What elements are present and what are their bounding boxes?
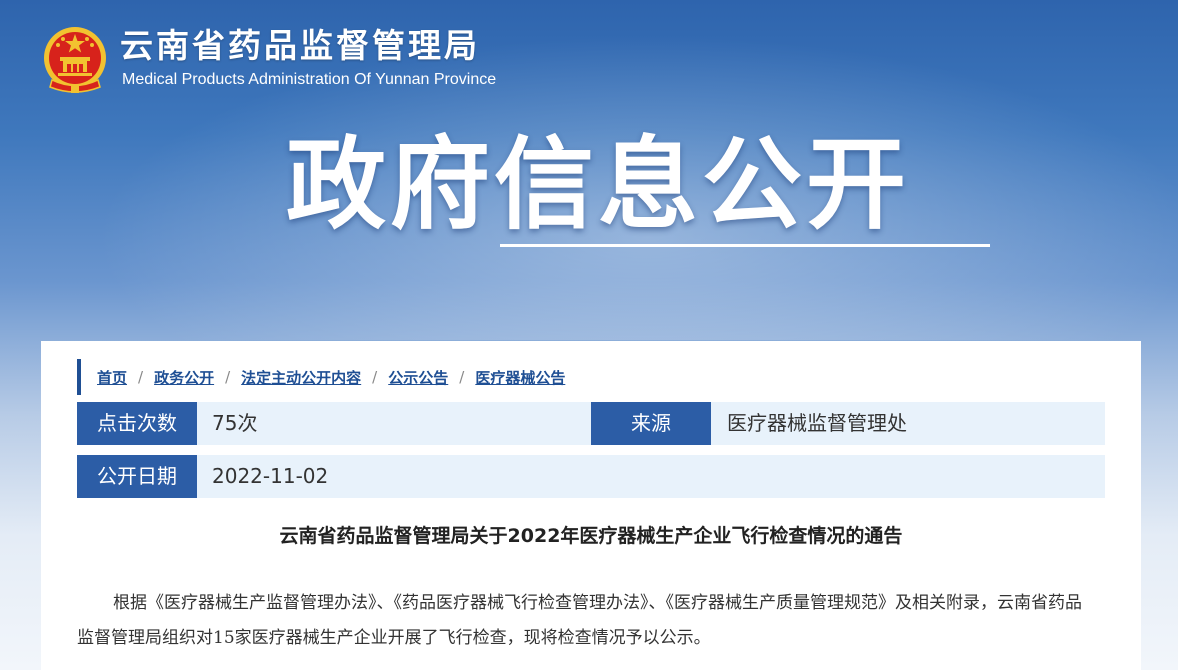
- breadcrumb-separator: /: [372, 368, 378, 386]
- clicks-value: 75次: [212, 411, 258, 435]
- source-value: 医疗器械监督管理处: [727, 411, 907, 435]
- breadcrumb-separator: /: [138, 368, 144, 386]
- date-value: 2022-11-02: [212, 464, 329, 488]
- article-paragraph: 根据《医疗器械生产监督管理办法》、《药品医疗器械飞行检查管理办法》、《医疗器械生…: [77, 593, 1082, 648]
- date-label: 公开日期: [77, 455, 197, 498]
- breadcrumb-item-announcements[interactable]: 公示公告: [388, 367, 448, 388]
- national-emblem-icon: [44, 27, 106, 93]
- breadcrumb-item-statutory-disclosure[interactable]: 法定主动公开内容: [241, 367, 361, 388]
- site-subtitle: Medical Products Administration Of Yunna…: [122, 71, 497, 88]
- clicks-label: 点击次数: [77, 402, 197, 445]
- banner-underline: [500, 244, 990, 247]
- breadcrumb-separator: /: [225, 368, 231, 386]
- site-title: 云南省药品监督管理局: [120, 26, 480, 65]
- info-row-date: 公开日期 2022-11-02: [77, 455, 1105, 498]
- content-panel: 首页 / 政务公开 / 法定主动公开内容 / 公示公告 / 医疗器械公告 点击次…: [41, 341, 1141, 670]
- source-label: 来源: [591, 402, 711, 445]
- breadcrumb: 首页 / 政务公开 / 法定主动公开内容 / 公示公告 / 医疗器械公告: [77, 359, 565, 395]
- breadcrumb-separator: /: [459, 368, 465, 386]
- breadcrumb-item-device-announcements[interactable]: 医疗器械公告: [475, 367, 565, 388]
- info-row-clicks-source: 点击次数 75次 来源 医疗器械监督管理处: [77, 402, 1105, 445]
- banner-title: 政府信息公开: [286, 126, 910, 243]
- breadcrumb-item-home[interactable]: 首页: [97, 367, 127, 388]
- breadcrumb-item-government-affairs[interactable]: 政务公开: [154, 367, 214, 388]
- article-title: 云南省药品监督管理局关于2022年医疗器械生产企业飞行检查情况的通告: [279, 525, 903, 547]
